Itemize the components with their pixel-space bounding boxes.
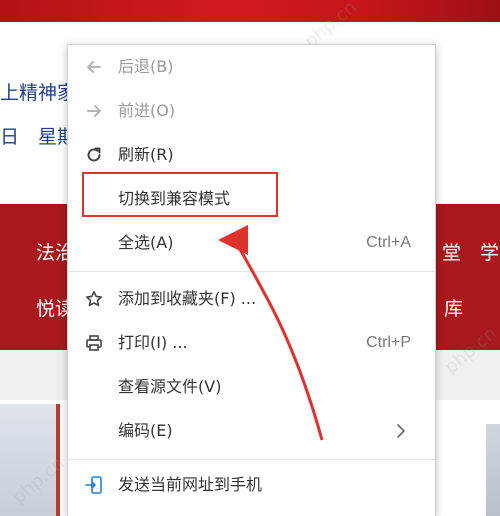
menu-item-label: 添加到收藏夹(F) ... — [118, 289, 257, 308]
menu-item-label: 后退(B) — [118, 57, 174, 76]
menu-item-encoding[interactable]: 编码(E) — [68, 409, 435, 453]
menu-item-print[interactable]: 打印(I) ... Ctrl+P — [68, 321, 435, 365]
menu-item-label: 发送当前网址到手机 — [118, 475, 263, 494]
menu-item-label: 刷新(R) — [118, 145, 174, 164]
menu-separator — [68, 459, 435, 460]
send-to-phone-icon — [82, 473, 106, 497]
menu-item-label: 编码(E) — [118, 421, 173, 440]
menu-item-label: 打印(I) ... — [118, 333, 188, 352]
refresh-icon — [82, 143, 106, 167]
background-headline-text: 上精神家 — [0, 82, 77, 104]
menu-item-shortcut: Ctrl+P — [366, 334, 411, 351]
content-card-left[interactable] — [0, 404, 60, 516]
menu-item-select-all[interactable]: 全选(A) Ctrl+A — [68, 221, 435, 265]
menu-item-back[interactable]: 后退(B) — [68, 45, 435, 89]
printer-icon — [82, 331, 106, 355]
menu-separator — [68, 271, 435, 272]
menu-item-refresh[interactable]: 刷新(R) — [68, 133, 435, 177]
menu-item-forward[interactable]: 前进(O) — [68, 89, 435, 133]
band-link-right-bottom[interactable]: 库 — [444, 294, 463, 321]
background-date-text: 日 — [0, 126, 20, 148]
top-banner — [0, 0, 500, 22]
menu-item-label: 查看源文件(V) — [118, 377, 222, 396]
star-icon — [82, 287, 106, 311]
chevron-right-icon — [393, 423, 409, 439]
menu-item-compat-mode[interactable]: 切换到兼容模式 — [68, 177, 435, 221]
band-link-right-top-b[interactable]: 学 — [480, 238, 499, 265]
menu-item-label: 切换到兼容模式 — [118, 189, 231, 208]
band-link-right-top-a[interactable]: 堂 — [442, 238, 461, 265]
menu-item-add-favorite[interactable]: 添加到收藏夹(F) ... — [68, 277, 435, 321]
menu-item-label: 全选(A) — [118, 233, 174, 252]
menu-item-shortcut: Ctrl+A — [366, 234, 411, 251]
menu-item-label: 前进(O) — [118, 101, 176, 120]
context-menu: 后退(B) 前进(O) 刷新(R) 切换到兼容模式 全选(A) Ctrl+A 添… — [67, 44, 436, 516]
arrow-left-icon — [82, 55, 106, 79]
menu-item-view-source[interactable]: 查看源文件(V) — [68, 365, 435, 409]
content-card-right[interactable] — [486, 424, 500, 516]
menu-item-send-to-phone[interactable]: 发送当前网址到手机 — [68, 463, 435, 507]
arrow-right-icon — [82, 99, 106, 123]
